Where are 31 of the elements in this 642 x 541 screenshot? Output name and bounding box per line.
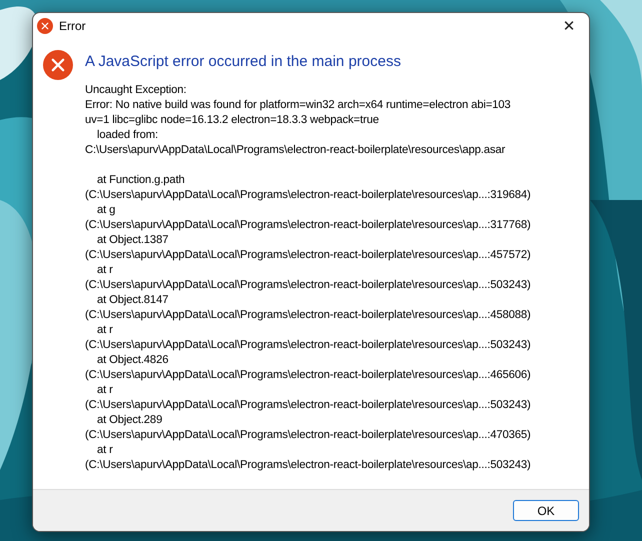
stack-trace-line: at Object.289 bbox=[96, 413, 164, 428]
stack-trace-line: (C:\Users\apurv\AppData\Local\Programs\electron-react-boilerplate\resources\ap...:503243) bbox=[85, 398, 531, 413]
stack-trace-line: (C:\Users\apurv\AppData\Local\Programs\electron-react-boilerplate\resources\ap...:503243) bbox=[85, 458, 531, 473]
stack-trace-line: (C:\Users\apurv\AppData\Local\Programs\electron-react-boilerplate\resources\ap...:458088) bbox=[85, 308, 531, 323]
stack-trace-line: at r bbox=[96, 383, 114, 398]
stack-trace-line: (C:\Users\apurv\AppData\Local\Programs\electron-react-boilerplate\resources\ap...:503243) bbox=[85, 278, 531, 293]
stack-trace-line: (C:\Users\apurv\AppData\Local\Programs\electron-react-boilerplate\resources\ap...:465606) bbox=[85, 368, 531, 383]
message-line: loaded from: bbox=[96, 128, 159, 143]
stack-trace-line: at Function.g.path bbox=[96, 173, 186, 188]
error-icon bbox=[37, 18, 53, 34]
error-icon bbox=[43, 50, 73, 80]
stack-trace-line: at Object.8147 bbox=[96, 293, 170, 308]
ok-button[interactable]: OK bbox=[513, 500, 579, 521]
stack-trace-line: (C:\Users\apurv\AppData\Local\Programs\electron-react-boilerplate\resources\ap...:317768) bbox=[85, 218, 531, 233]
stack-trace-line: at r bbox=[96, 263, 114, 278]
message-line: C:\Users\apurv\AppData\Local\Programs\electron-react-boilerplate\resources\app.asar bbox=[85, 143, 506, 158]
message-line: uv=1 libc=glibc node=16.13.2 electron=18.3.3 webpack=true bbox=[85, 113, 380, 128]
stack-trace-line: at Object.4826 bbox=[96, 353, 170, 368]
message-line: Uncaught Exception: bbox=[85, 83, 188, 98]
stack-trace-line: at g bbox=[96, 203, 116, 218]
window-title: Error bbox=[59, 19, 87, 33]
stack-trace-line: at r bbox=[96, 443, 114, 458]
stack-trace-line: (C:\Users\apurv\AppData\Local\Programs\electron-react-boilerplate\resources\ap...:457572) bbox=[85, 248, 531, 263]
error-heading: A JavaScript error occurred in the main process bbox=[85, 52, 402, 70]
stack-trace-line: (C:\Users\apurv\AppData\Local\Programs\electron-react-boilerplate\resources\ap...:503243) bbox=[85, 338, 531, 353]
stack-trace-line: (C:\Users\apurv\AppData\Local\Programs\electron-react-boilerplate\resources\ap...:319684) bbox=[85, 188, 531, 203]
stack-trace-line: at Object.1387 bbox=[96, 233, 170, 248]
close-button[interactable]: ✕ bbox=[549, 13, 589, 39]
message-line: Error: No native build was found for platform=win32 arch=x64 runtime=electron abi=103 bbox=[85, 98, 512, 113]
stack-trace-line: at r bbox=[96, 323, 114, 338]
stack-trace-line: (C:\Users\apurv\AppData\Local\Programs\electron-react-boilerplate\resources\ap...:470365) bbox=[85, 428, 531, 443]
